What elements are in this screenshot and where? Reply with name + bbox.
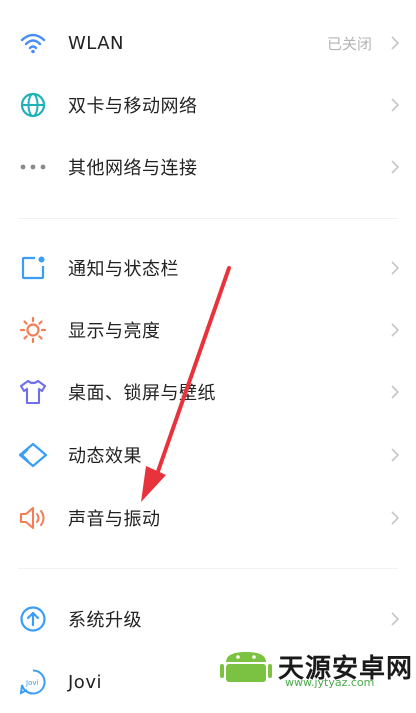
jovi-icon: Jovi xyxy=(18,667,48,697)
chevron-right-icon xyxy=(388,508,402,528)
wifi-icon xyxy=(18,28,48,58)
android-logo-icon xyxy=(220,652,272,682)
settings-item-label: 声音与振动 xyxy=(68,509,161,530)
svg-text:Jovi: Jovi xyxy=(25,679,38,687)
settings-item-wlan[interactable]: WLAN 已关闭 xyxy=(0,12,416,74)
chevron-right-icon xyxy=(388,33,402,53)
upgrade-arrow-icon xyxy=(18,604,48,634)
chevron-right-icon xyxy=(388,95,402,115)
settings-item-label: WLAN xyxy=(68,32,125,54)
chevron-right-icon xyxy=(388,382,402,402)
settings-item-label: 显示与亮度 xyxy=(68,321,161,342)
settings-item-notifications[interactable]: 通知与状态栏 xyxy=(0,237,416,299)
settings-item-label: Jovi xyxy=(68,671,102,693)
settings-item-label: 桌面、锁屏与壁纸 xyxy=(68,383,216,404)
settings-item-dual-sim[interactable]: 双卡与移动网络 xyxy=(0,74,416,136)
section-divider xyxy=(18,568,398,569)
settings-item-label: 动态效果 xyxy=(68,446,142,467)
settings-item-label: 双卡与移动网络 xyxy=(68,96,198,117)
settings-item-wallpaper[interactable]: 桌面、锁屏与壁纸 xyxy=(0,361,416,423)
wlan-status: 已关闭 xyxy=(326,34,372,53)
chevron-right-icon xyxy=(388,609,402,629)
chevron-right-icon xyxy=(388,258,402,278)
section-divider xyxy=(18,218,398,219)
diamond-icon xyxy=(18,440,48,470)
sun-icon xyxy=(18,315,48,345)
settings-item-sound[interactable]: 声音与振动 xyxy=(0,487,416,549)
chevron-right-icon xyxy=(388,157,402,177)
watermark-url: www.jytyaz.com xyxy=(285,676,375,689)
settings-item-label: 通知与状态栏 xyxy=(68,259,179,280)
globe-icon xyxy=(18,90,48,120)
chevron-right-icon xyxy=(388,320,402,340)
tshirt-icon xyxy=(18,377,48,407)
settings-item-display[interactable]: 显示与亮度 xyxy=(0,299,416,361)
settings-item-animation[interactable]: 动态效果 xyxy=(0,424,416,486)
settings-item-label: 其他网络与连接 xyxy=(68,158,198,179)
chevron-right-icon xyxy=(388,445,402,465)
speaker-icon xyxy=(18,503,48,533)
more-dots-icon xyxy=(18,152,48,182)
settings-item-other-networks[interactable]: 其他网络与连接 xyxy=(0,136,416,198)
notification-square-icon xyxy=(18,253,48,283)
settings-item-label: 系统升级 xyxy=(68,610,142,631)
